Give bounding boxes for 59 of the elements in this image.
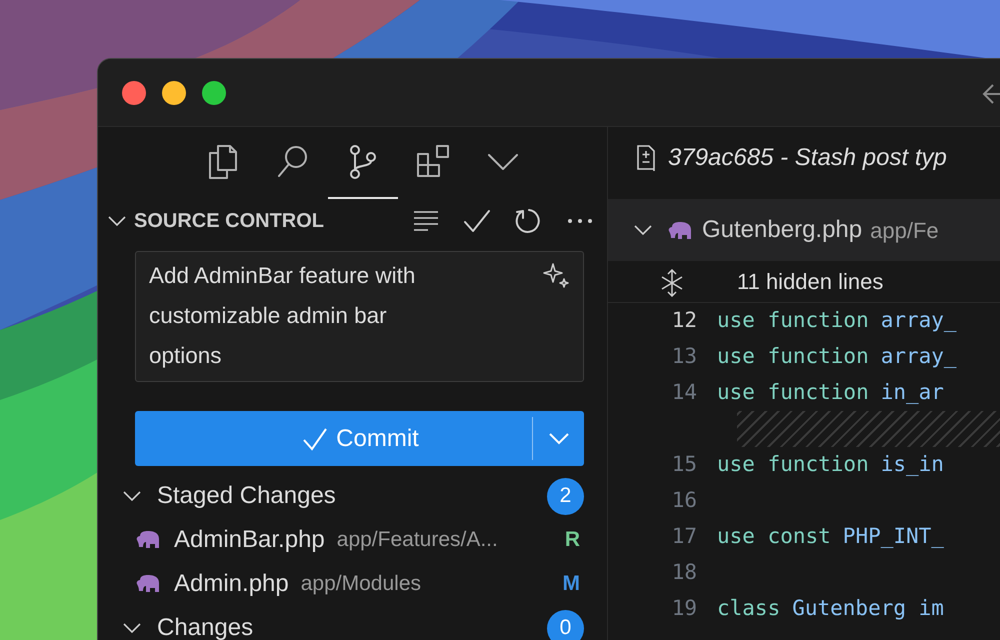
elephant-icon [136, 530, 162, 550]
list-icon[interactable] [413, 210, 439, 232]
code-token: use function [717, 343, 869, 370]
branch-icon [348, 144, 378, 180]
unfold-icon[interactable] [660, 269, 684, 298]
count-badge: 2 [547, 478, 584, 514]
file-name: Admin.php [174, 569, 289, 599]
minimize-button[interactable] [162, 80, 186, 104]
commit-button[interactable]: Commit [135, 411, 532, 466]
code-token: array_ [880, 307, 957, 334]
group-title[interactable]: Changes [157, 610, 254, 640]
code-token: class [717, 595, 780, 622]
code-token: PHP_INT_ [842, 523, 944, 550]
search-icon [276, 144, 310, 180]
code-token: use function [717, 379, 869, 406]
group-title[interactable]: Staged Changes [157, 478, 336, 514]
code-token: use function [717, 307, 869, 334]
zoom-button[interactable] [202, 80, 226, 104]
chevron-down-icon[interactable] [108, 215, 126, 227]
check-icon [302, 426, 328, 450]
extensions-icon [414, 144, 450, 180]
file-path: app/Features/A... [336, 527, 498, 554]
status-letter: R [564, 527, 580, 554]
line-number: 13 [670, 343, 698, 370]
status-letter: M [562, 571, 580, 598]
hidden-lines-label[interactable]: 11 hidden lines [737, 265, 884, 298]
close-button[interactable] [122, 80, 146, 104]
commit-message-field[interactable]: Add AdminBar feature with customizable admin bar options [135, 251, 584, 382]
code-token: use function [717, 451, 869, 478]
chevron-down-icon[interactable] [123, 490, 141, 502]
chevron-down-icon[interactable] [634, 224, 652, 236]
file-name: AdminBar.php [174, 525, 325, 555]
back-arrow-icon[interactable] [982, 83, 1000, 105]
line-number: 17 [670, 523, 698, 550]
chevron-down-icon[interactable] [123, 622, 141, 634]
count-badge: 0 [547, 610, 584, 640]
line-number: 15 [670, 451, 698, 478]
line-number: 12 [670, 307, 698, 334]
line-number: 19 [670, 595, 698, 622]
file-path: app/Modules [300, 571, 421, 598]
chevron-down-icon [548, 432, 568, 444]
check-icon[interactable] [463, 209, 491, 233]
line-number: 14 [670, 379, 698, 406]
code-token: in_ar [880, 379, 944, 406]
file-name: Gutenberg.php [702, 215, 862, 245]
code-token: array_ [880, 343, 957, 370]
more-icon[interactable] [567, 218, 593, 224]
code-token: is_in [880, 451, 944, 478]
code-token: Gutenberg im [792, 595, 944, 622]
diff-file-icon [636, 145, 658, 171]
elephant-icon [136, 574, 162, 594]
refresh-icon[interactable] [515, 207, 543, 235]
editor-title: 379ac685 - Stash post typ [668, 143, 947, 173]
line-number: 18 [670, 559, 698, 586]
section-title: SOURCE CONTROL [134, 209, 324, 234]
chevron-down-icon [486, 152, 518, 172]
code-token: use const [717, 523, 831, 550]
file-path: app/Fe [870, 216, 939, 245]
line-number: 16 [670, 487, 698, 514]
